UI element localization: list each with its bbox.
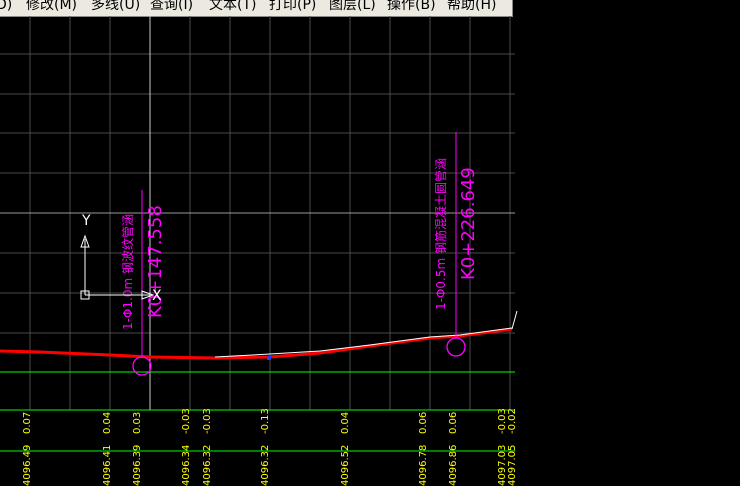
design-profile-line	[214, 327, 513, 358]
band-upper-value: -0.03	[202, 408, 213, 434]
band-lower-value: 4096.86	[448, 445, 459, 486]
band-upper-value: 0.06	[418, 412, 429, 434]
band-lower-value: 4096.32	[260, 445, 271, 486]
band-lower-value: 4096.52	[340, 445, 351, 486]
band-lower-value: 4096.78	[418, 445, 429, 486]
culvert-2-station: K0+226.649	[458, 167, 479, 280]
band-upper-value: 0.04	[340, 412, 351, 434]
band-lower-value: 4096.41	[102, 445, 113, 486]
band-upper-value: -0.13	[260, 408, 271, 434]
ucs-x-label: X	[152, 288, 162, 304]
culvert-2[interactable]: 1-Φ0.5m 钢筋混凝土圆管涵 K0+226.649	[433, 132, 479, 357]
band-upper-value: -0.03	[181, 408, 192, 434]
band-lower-value: 4096.49	[22, 445, 33, 486]
band-lower-value: 4096.34	[181, 445, 192, 486]
band-upper-value: 0.03	[132, 412, 143, 434]
band-upper-value: 0.07	[22, 412, 33, 434]
band-upper-value: 0.04	[102, 412, 113, 434]
culvert-2-symbol	[446, 337, 466, 357]
profile-vertex-marker	[267, 356, 271, 360]
band-lower-value: 4096.32	[202, 445, 213, 486]
culvert-2-type-label: 1-Φ0.5m 钢筋混凝土圆管涵	[433, 158, 448, 310]
drawing-canvas[interactable]: 1-Φ1.0m 钢波纹管涵 K0+147.558 1-Φ0.5m 钢筋混凝土圆管…	[0, 0, 740, 486]
culvert-1-type-label: 1-Φ1.0m 钢波纹管涵	[120, 214, 135, 330]
profile-end-tick	[511, 310, 518, 330]
ucs-y-label: Y	[81, 213, 91, 229]
culvert-1[interactable]: 1-Φ1.0m 钢波纹管涵 K0+147.558	[120, 190, 166, 376]
band-lower-value: 4097.05	[507, 445, 518, 486]
band-lower-value: 4096.39	[132, 445, 143, 486]
band-upper-value: 0.06	[448, 412, 459, 434]
band-upper-value: -0.02	[507, 408, 518, 434]
band-upper-row: 0.07 0.04 0.03 -0.03 -0.03 -0.13 0.04 0.06 0.06 -…	[22, 408, 518, 434]
